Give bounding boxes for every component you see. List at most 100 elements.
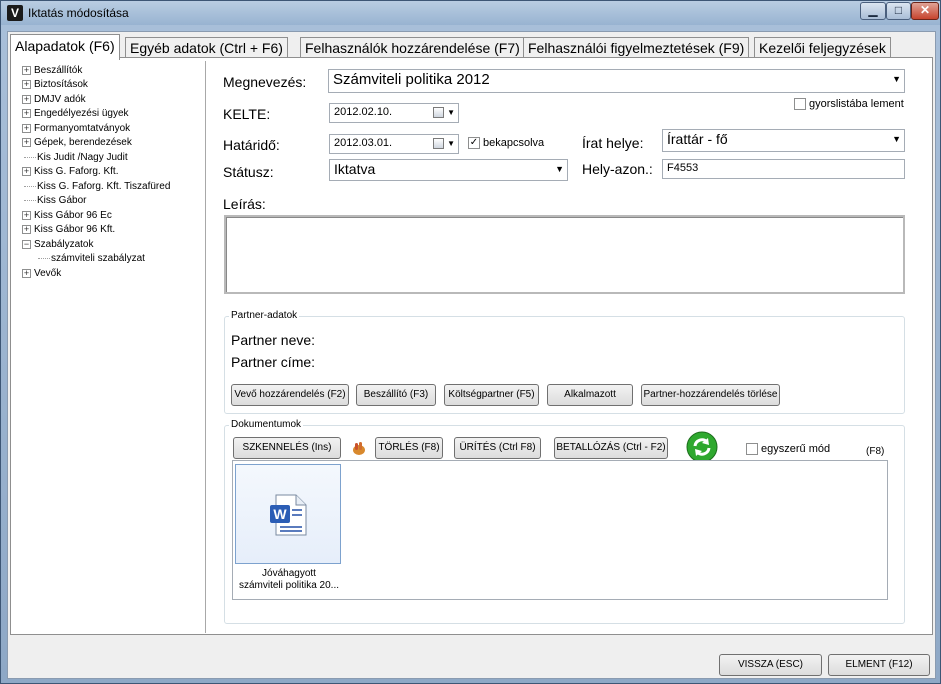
kelte-date-picker[interactable]: 2012.02.10. ▼ xyxy=(329,103,459,123)
app-logo-icon: V xyxy=(7,5,23,21)
tree-item-label: Engedélyezési ügyek xyxy=(34,108,129,119)
chevron-down-icon[interactable]: ▼ xyxy=(892,134,901,144)
expand-icon[interactable]: + xyxy=(22,65,31,75)
tree-connector xyxy=(24,185,36,187)
chevron-down-icon[interactable]: ▼ xyxy=(555,164,564,174)
calendar-icon[interactable] xyxy=(433,107,444,118)
document-caption: Jóváhagyott számviteli politika 20... xyxy=(219,568,359,592)
word-document-icon: W xyxy=(268,493,308,537)
tree-item-kiss-gabor[interactable]: Kiss Gábor xyxy=(24,194,86,208)
checkbox-box[interactable]: ✓ xyxy=(468,137,480,150)
tab-alapadatok[interactable]: Alapadatok (F6) xyxy=(10,34,120,60)
scan-button[interactable]: SZKENNELÉS (Ins) xyxy=(233,437,341,459)
gyorslista-checkbox[interactable]: gyorslistába lement xyxy=(794,98,904,111)
expand-icon[interactable]: + xyxy=(22,224,31,234)
hely-azon-input[interactable]: F4553 xyxy=(662,159,905,179)
hatarido-date-picker[interactable]: 2012.03.01. ▼ xyxy=(329,134,459,154)
statusz-label: Státusz: xyxy=(223,164,274,180)
tree-item-label: Biztosítások xyxy=(34,79,88,90)
tree-item-label: Kis Judit /Nagy Judit xyxy=(37,152,128,163)
expand-icon[interactable]: + xyxy=(22,94,31,104)
tree-item-kiss-g-faforg-tiszafured[interactable]: Kiss G. Faforg. Kft. Tiszafüred xyxy=(24,180,170,194)
tree-connector xyxy=(38,257,50,259)
vevo-assign-button[interactable]: Vevő hozzárendelés (F2) xyxy=(231,384,349,406)
tree-item-label: Beszállítók xyxy=(34,65,83,76)
partner-address-label: Partner címe: xyxy=(231,354,316,370)
documents-group-title: Dokumentumok xyxy=(229,419,304,430)
chevron-down-icon[interactable]: ▼ xyxy=(447,108,455,117)
tree-item-label: Kiss Gábor xyxy=(37,195,87,206)
tree-item-engedelyezesi-ugyek[interactable]: + Engedélyezési ügyek xyxy=(22,107,129,121)
beszallito-assign-button[interactable]: Beszállító (F3) xyxy=(356,384,436,406)
koltsegpartner-assign-button[interactable]: Költségpartner (F5) xyxy=(444,384,539,406)
tree-item-biztositasok[interactable]: + Biztosítások xyxy=(22,78,88,92)
delete-document-button[interactable]: TÖRLÉS (F8) xyxy=(375,437,443,459)
dialog-footer: VISSZA (ESC) ELMENT (F12) xyxy=(8,636,935,678)
tree-item-label: Kiss G. Faforg. Kft. Tiszafüred xyxy=(37,181,171,192)
tree-item-label: Formanyomtatványok xyxy=(34,123,131,134)
save-button[interactable]: ELMENT (F12) xyxy=(828,654,930,676)
bekapcsolva-checkbox[interactable]: ✓ bekapcsolva xyxy=(468,137,544,150)
megnevezes-value: Számviteli politika 2012 xyxy=(333,71,490,88)
close-button[interactable]: ✕ xyxy=(911,2,939,20)
tree-item-gepek-berendezesek[interactable]: + Gépek, berendezések xyxy=(22,136,132,150)
minimize-button[interactable]: ▁ xyxy=(860,2,886,20)
expand-icon[interactable]: + xyxy=(22,210,31,220)
hand-pointer-icon[interactable] xyxy=(351,440,367,456)
tree-connector xyxy=(24,156,36,158)
partner-name-label: Partner neve: xyxy=(231,332,316,348)
back-button[interactable]: VISSZA (ESC) xyxy=(719,654,822,676)
tree-item-szamviteli-szabalyzat[interactable]: számviteli szabályzat xyxy=(38,252,145,266)
tree-item-dmjv-adok[interactable]: + DMJV adók xyxy=(22,93,86,107)
document-list[interactable]: W Jóváhagyott számviteli politika 20... xyxy=(232,460,888,600)
clear-documents-button[interactable]: ÜRÍTÉS (Ctrl F8) xyxy=(454,437,541,459)
tree-item-label: Kiss Gábor 96 Kft. xyxy=(34,224,116,235)
irat-helye-select[interactable]: Írattár - fő ▼ xyxy=(662,129,905,152)
window-title: Iktatás módosítása xyxy=(28,6,129,20)
leiras-textarea[interactable] xyxy=(224,215,905,294)
tree-item-szabalyzatok[interactable]: − Szabályzatok xyxy=(22,238,93,252)
tab-figyelmeztetesek[interactable]: Felhasználói figyelmeztetések (F9) xyxy=(523,37,750,59)
category-tree[interactable]: + Beszállítók + Biztosítások + DMJV adók + E… xyxy=(14,61,206,633)
expand-icon[interactable]: + xyxy=(22,79,31,89)
partner-unassign-button[interactable]: Partner-hozzárendelés törlése xyxy=(641,384,780,406)
refresh-icon[interactable] xyxy=(686,431,718,463)
expand-icon[interactable]: + xyxy=(22,166,31,176)
checkbox-box[interactable] xyxy=(746,443,758,456)
alkalmazott-assign-button[interactable]: Alkalmazott xyxy=(547,384,633,406)
tree-item-label: Kiss Gábor 96 Ec xyxy=(34,210,112,221)
tree-item-kiss-g-faforg[interactable]: + Kiss G. Faforg. Kft. xyxy=(22,165,118,179)
tree-item-kis-judit[interactable]: Kis Judit /Nagy Judit xyxy=(24,151,128,165)
tab-felhasznalok[interactable]: Felhasználók hozzárendelése (F7) xyxy=(300,37,525,59)
hatarido-label: Határidő: xyxy=(223,137,280,153)
expand-icon[interactable]: + xyxy=(22,123,31,133)
documents-group: Dokumentumok SZKENNELÉS (Ins) TÖRLÉS (F8… xyxy=(224,419,905,624)
checkbox-box[interactable] xyxy=(794,98,806,111)
chevron-down-icon[interactable]: ▼ xyxy=(892,74,901,84)
tab-kezeloi-feljegyzesek[interactable]: Kezelői feljegyzések xyxy=(754,37,891,59)
statusz-value: Iktatva xyxy=(334,161,376,177)
document-tile[interactable]: W xyxy=(235,464,341,564)
tree-item-kiss-gabor-96-ec[interactable]: + Kiss Gábor 96 Ec xyxy=(22,209,112,223)
megnevezes-combo[interactable]: Számviteli politika 2012 ▼ xyxy=(328,69,905,93)
simple-mode-checkbox[interactable]: egyszerű mód xyxy=(746,443,830,456)
title-bar[interactable]: V Iktatás módosítása ▁ □ ✕ xyxy=(1,1,940,25)
calendar-icon[interactable] xyxy=(433,138,444,149)
tree-item-kiss-gabor-96-kft[interactable]: + Kiss Gábor 96 Kft. xyxy=(22,223,115,237)
partner-group: Partner-adatok Partner neve: Partner cím… xyxy=(224,310,905,414)
maximize-button[interactable]: □ xyxy=(886,2,911,20)
expand-icon[interactable]: + xyxy=(22,137,31,147)
tree-item-vevok[interactable]: + Vevők xyxy=(22,267,61,281)
expand-icon[interactable]: + xyxy=(22,268,31,278)
statusz-select[interactable]: Iktatva ▼ xyxy=(329,159,568,181)
browse-file-button[interactable]: BETALLÓZÁS (Ctrl - F2) xyxy=(554,437,668,459)
partner-group-title: Partner-adatok xyxy=(229,310,300,321)
expand-icon[interactable]: + xyxy=(22,108,31,118)
tab-panel-alapadatok: + Beszállítók + Biztosítások + DMJV adók + E… xyxy=(10,57,933,635)
collapse-icon[interactable]: − xyxy=(22,239,31,249)
tree-item-beszallitok[interactable]: + Beszállítók xyxy=(22,64,82,78)
tree-item-formanyomtatvanyok[interactable]: + Formanyomtatványok xyxy=(22,122,130,136)
chevron-down-icon[interactable]: ▼ xyxy=(447,139,455,148)
tab-egyeb-adatok[interactable]: Egyéb adatok (Ctrl + F6) xyxy=(125,37,288,59)
word-letter: W xyxy=(273,506,287,522)
